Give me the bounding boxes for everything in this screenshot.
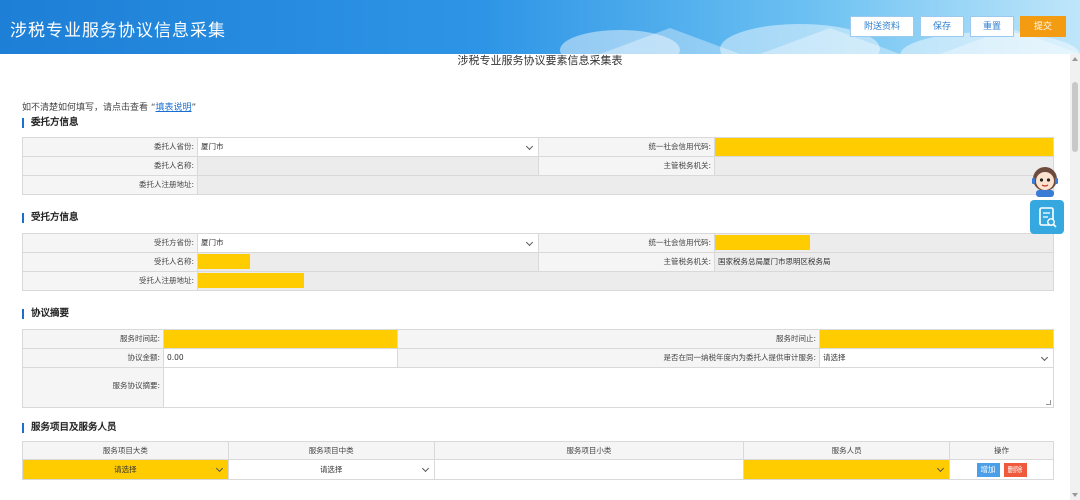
agent-address-field [198, 272, 1054, 291]
client-name-label: 委托人名称: [23, 157, 198, 176]
service-end-input[interactable] [820, 330, 1054, 349]
chevron-down-icon [215, 464, 223, 473]
header-mountain [600, 28, 740, 54]
service-staff-select[interactable] [743, 459, 951, 480]
chevron-down-icon [525, 238, 534, 247]
agent-credit-code-label: 统一社会信用代码: [539, 234, 715, 253]
column-header: 服务项目中类 [227, 441, 435, 460]
agent-province-value: 厦门市 [201, 238, 224, 247]
client-info-grid: 委托人省份: 厦门市 统一社会信用代码: 委托人名称: 主管税务机关: 委托人注… [22, 137, 1054, 195]
operations-cell: 增加 删除 [949, 459, 1054, 480]
section-title-client: 委托方信息 [22, 118, 79, 128]
audit-service-label: 是否在同一纳税年度内为委托人提供审计服务: [398, 349, 820, 368]
amount-input[interactable]: 0.00 [164, 349, 398, 368]
hint-text: 如不清楚如何填写，请点击查看 “填表说明” [22, 100, 196, 113]
client-province-label: 委托人省份: [23, 138, 198, 157]
services-table: 服务项目大类 服务项目中类 服务项目小类 服务人员 操作 请选择 请选择 增加删… [22, 441, 1054, 480]
scrollbar-thumb[interactable] [1072, 82, 1078, 152]
amount-label: 协议金额: [23, 349, 164, 368]
save-button[interactable]: 保存 [920, 16, 964, 37]
client-credit-code-label: 统一社会信用代码: [539, 138, 715, 157]
form-title: 涉税专业服务协议要素信息采集表 [457, 54, 623, 67]
section-title-services: 服务项目及服务人员 [22, 423, 117, 433]
chevron-down-icon [1040, 353, 1049, 362]
client-address-label: 委托人注册地址: [23, 176, 198, 195]
header-bar: 涉税专业服务协议信息采集 附送资料 保存 重置 提交 [0, 0, 1080, 54]
client-tax-authority-field [715, 157, 1054, 176]
redaction-mark [198, 273, 304, 288]
table-row: 请选择 请选择 增加 删除 [22, 459, 1054, 480]
redaction-mark [715, 235, 810, 250]
chevron-down-icon [525, 142, 534, 151]
agent-tax-authority-field: 国家税务总局厦门市思明区税务局 [715, 253, 1054, 272]
scroll-down-icon[interactable] [1072, 493, 1078, 497]
client-address-field [198, 176, 1054, 195]
redaction-mark [198, 254, 250, 269]
client-province-value: 厦门市 [201, 142, 224, 151]
agent-province-select[interactable]: 厦门市 [198, 234, 539, 253]
hint-prefix: 如不清楚如何填写，请点击查看 “ [22, 103, 156, 113]
submit-button[interactable]: 提交 [1020, 16, 1066, 37]
agent-name-field [198, 253, 539, 272]
reset-button[interactable]: 重置 [970, 16, 1014, 37]
service-start-label: 服务时间起: [23, 330, 164, 349]
major-category-select[interactable]: 请选择 [22, 459, 229, 480]
client-credit-code-input[interactable] [715, 138, 1054, 157]
agent-province-label: 受托方省份: [23, 234, 198, 253]
agent-address-label: 受托人注册地址: [23, 272, 198, 291]
chevron-down-icon [937, 464, 945, 473]
client-name-field [198, 157, 539, 176]
agent-info-grid: 受托方省份: 厦门市 统一社会信用代码: 受托人名称: 主管税务机关: 国家税务… [22, 233, 1054, 291]
agreement-grid: 服务时间起: 服务时间止: 协议金额: 0.00 是否在同一纳税年度内为委托人提… [22, 329, 1054, 408]
document-icon[interactable] [1030, 200, 1064, 234]
delete-row-button[interactable]: 删除 [1003, 462, 1027, 477]
app-title: 涉税专业服务协议信息采集 [10, 21, 226, 41]
section-title-agreement: 协议摘要 [22, 309, 69, 319]
audit-service-value: 请选择 [823, 353, 846, 362]
major-category-value: 请选择 [114, 465, 137, 474]
client-province-select[interactable]: 厦门市 [198, 138, 539, 157]
agent-credit-code-field [715, 234, 1054, 253]
table-header-row: 服务项目大类 服务项目中类 服务项目小类 服务人员 操作 [22, 441, 1054, 460]
hint-suffix: ” [191, 103, 197, 113]
column-header: 操作 [949, 441, 1054, 460]
section-title-agent: 受托方信息 [22, 213, 79, 223]
column-header: 服务项目小类 [433, 441, 745, 460]
agent-tax-authority-label: 主管税务机关: [539, 253, 715, 272]
scroll-up-icon[interactable] [1072, 57, 1078, 61]
summary-label: 服务协议摘要: [23, 368, 164, 408]
column-header: 服务项目大类 [22, 441, 229, 460]
resize-handle-icon [1046, 400, 1051, 405]
summary-textarea[interactable] [164, 368, 1054, 408]
middle-category-select[interactable]: 请选择 [227, 459, 435, 480]
service-end-label: 服务时间止: [398, 330, 820, 349]
client-tax-authority-label: 主管税务机关: [539, 157, 715, 176]
agent-name-label: 受托人名称: [23, 253, 198, 272]
chevron-down-icon [421, 464, 429, 473]
middle-category-value: 请选择 [319, 465, 343, 474]
instructions-link[interactable]: 填表说明 [156, 103, 192, 113]
vertical-scrollbar[interactable] [1070, 54, 1080, 500]
attach-button[interactable]: 附送资料 [850, 16, 914, 37]
column-header: 服务人员 [743, 441, 951, 460]
add-row-button[interactable]: 增加 [976, 462, 1000, 477]
assistant-avatar-icon[interactable] [1028, 164, 1062, 198]
minor-category-select[interactable] [433, 459, 745, 480]
audit-service-select[interactable]: 请选择 [820, 349, 1054, 368]
service-start-input[interactable] [164, 330, 398, 349]
